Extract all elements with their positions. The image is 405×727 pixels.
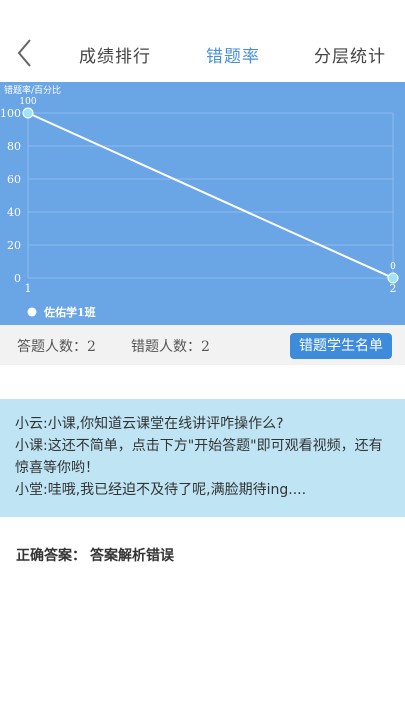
x-tick-label: 1 [25, 282, 32, 295]
series-line [27, 112, 394, 279]
y-tick-label: 60 [7, 173, 21, 186]
answer-value: 答案解析错误 [90, 548, 174, 564]
y-tick-label: 100 [0, 107, 21, 120]
data-point [387, 272, 399, 284]
y-tick-label: 80 [7, 140, 21, 153]
error-rate-chart: 错题率/百分比 0 20 40 60 80 100 1 2 100 0 佐佑学1班 [0, 82, 405, 325]
back-button[interactable] [14, 36, 42, 70]
y-tick-label: 40 [7, 206, 21, 219]
dialog-line: 小云:小课,你知道云课堂在线讲评咋操作么? [15, 416, 284, 432]
correct-answer: 正确答案： 答案解析错误 [16, 545, 174, 565]
dialog-line: 小堂:哇哦,我已经迫不及待了呢,满脸期待ing.... [15, 482, 307, 498]
tab-ranking[interactable]: 成绩排行 [79, 42, 151, 67]
y-axis-label: 错题率/百分比 [4, 84, 61, 96]
answer-label: 正确答案： [16, 548, 86, 564]
chevron-left-icon [17, 39, 31, 67]
y-tick-label: 0 [14, 272, 21, 285]
legend-label: 佐佑学1班 [43, 305, 96, 319]
line-chart: 错题率/百分比 0 20 40 60 80 100 1 2 100 0 佐佑学1班 [0, 84, 399, 319]
top-nav: 成绩排行 错题率 分层统计 [0, 0, 405, 82]
answered-count: 答题人数：2 [17, 339, 96, 355]
x-tick-label: 2 [390, 282, 397, 295]
data-point [22, 107, 34, 119]
wrong-count: 错题人数：2 [131, 339, 210, 355]
wrong-student-list-button[interactable]: 错题学生名单 [290, 333, 392, 359]
tab-error-rate[interactable]: 错题率 [206, 42, 260, 67]
dialog-line: 小课:这还不简单，点击下方"开始答题"即可观看视频，还有惊喜等你哟！ [15, 438, 383, 476]
tab-layer-stats[interactable]: 分层统计 [314, 42, 386, 67]
dialog-box: 小云:小课,你知道云课堂在线讲评咋操作么? 小课:这还不简单，点击下方"开始答题… [0, 399, 405, 517]
legend-marker [27, 307, 37, 317]
data-label: 100 [19, 97, 36, 107]
y-tick-label: 20 [7, 239, 21, 252]
data-label: 0 [390, 262, 396, 272]
